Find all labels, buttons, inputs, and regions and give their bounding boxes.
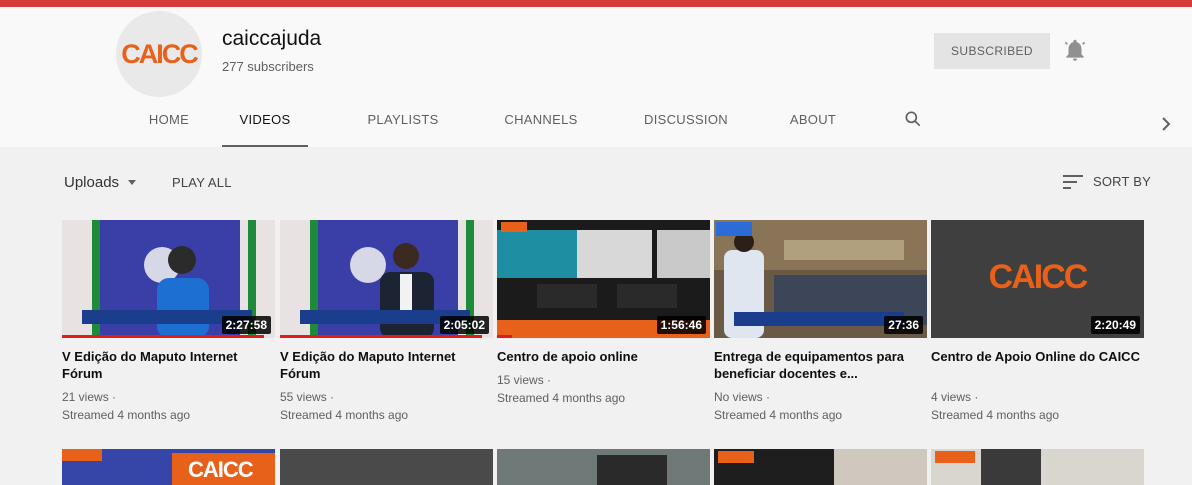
- video-card[interactable]: 2:27:58 V Edição do Maputo Internet Fóru…: [62, 220, 275, 424]
- video-age: Streamed 4 months ago: [497, 391, 626, 405]
- sort-icon[interactable]: [1062, 174, 1084, 190]
- caret-down-icon[interactable]: [128, 180, 136, 185]
- caicc-badge: [718, 451, 754, 463]
- video-views: No views ·: [714, 390, 771, 404]
- uploads-dropdown[interactable]: Uploads: [64, 174, 119, 191]
- filter-bar: Uploads PLAY ALL SORT BY: [0, 147, 1192, 207]
- video-age: Streamed 4 months ago: [280, 408, 409, 422]
- search-icon[interactable]: [903, 109, 923, 129]
- video-thumbnail[interactable]: [497, 449, 710, 485]
- channel-name: caiccajuda: [222, 27, 322, 50]
- watch-progress-bar: [62, 335, 265, 338]
- video-title[interactable]: Entrega de equipamentos para beneficiar …: [714, 348, 927, 382]
- views-text: 55 views: [280, 390, 327, 404]
- video-views: 4 views ·: [931, 390, 979, 404]
- channel-logo-text: CAICC: [121, 38, 198, 69]
- caicc-badge: [62, 449, 102, 461]
- video-thumbnail[interactable]: 2:27:58: [62, 220, 275, 338]
- video-age: Streamed 4 months ago: [62, 408, 191, 422]
- video-thumbnail[interactable]: [280, 449, 493, 485]
- subscribed-button[interactable]: SUBSCRIBED: [934, 33, 1050, 69]
- thumbnail-shape: [834, 449, 927, 485]
- video-title[interactable]: Centro de Apoio Online do CAICC: [931, 348, 1144, 382]
- video-thumbnail[interactable]: [714, 449, 927, 485]
- top-accent-bar: [0, 0, 1192, 7]
- tab-home[interactable]: HOME: [138, 101, 200, 147]
- channel-avatar[interactable]: CAICC: [116, 11, 202, 97]
- video-thumbnail[interactable]: 2:05:02: [280, 220, 493, 338]
- video-thumbnail[interactable]: CAICC 2:20:49: [931, 220, 1144, 338]
- video-views: 21 views ·: [62, 390, 117, 404]
- caicc-logo-text: CAICC: [188, 457, 254, 482]
- video-card[interactable]: 1:56:46 Centro de apoio online 15 views …: [497, 220, 710, 407]
- video-age: Streamed 4 months ago: [931, 408, 1060, 422]
- tab-channels[interactable]: CHANNELS: [496, 101, 586, 147]
- play-all-button[interactable]: PLAY ALL: [172, 175, 232, 190]
- tab-playlists[interactable]: PLAYLISTS: [360, 101, 446, 147]
- channel-header: CAICC caiccajuda 277 subscribers SUBSCRI…: [0, 7, 1192, 147]
- channel-header-inner: CAICC caiccajuda 277 subscribers SUBSCRI…: [8, 7, 1184, 147]
- views-text: 21 views: [62, 390, 109, 404]
- video-views: 15 views ·: [497, 373, 552, 387]
- video-duration: 1:56:46: [656, 316, 706, 334]
- tab-discussion[interactable]: DISCUSSION: [636, 101, 736, 147]
- chevron-right-icon[interactable]: [1160, 115, 1172, 133]
- video-thumbnail[interactable]: 1:56:46: [497, 220, 710, 338]
- views-text: 15 views: [497, 373, 544, 387]
- video-thumbnail[interactable]: 27:36: [714, 220, 927, 338]
- views-text: 4 views: [931, 390, 972, 404]
- thumbnail-shape: [981, 449, 1041, 485]
- video-thumbnail[interactable]: [931, 449, 1144, 485]
- views-text: No views: [714, 390, 763, 404]
- watch-progress-bar: [497, 335, 512, 338]
- video-card[interactable]: 2:05:02 V Edição do Maputo Internet Fóru…: [280, 220, 493, 424]
- thumbnail-shape: [597, 455, 667, 485]
- video-card[interactable]: CAICC 2:20:49 Centro de Apoio Online do …: [931, 220, 1144, 424]
- video-card[interactable]: 27:36 Entrega de equipamentos para benef…: [714, 220, 927, 424]
- video-age: Streamed 4 months ago: [714, 408, 843, 422]
- video-duration: 27:36: [884, 316, 923, 334]
- video-thumbnail[interactable]: CAICC: [62, 449, 275, 485]
- subscriber-count: 277 subscribers: [222, 59, 314, 74]
- video-views: 55 views ·: [280, 390, 335, 404]
- video-title[interactable]: V Edição do Maputo Internet Fórum: [280, 348, 493, 382]
- tab-about[interactable]: ABOUT: [780, 101, 846, 147]
- watch-progress-bar: [280, 335, 483, 338]
- caicc-badge: [935, 451, 975, 463]
- video-duration: 2:27:58: [221, 316, 271, 334]
- caicc-logo-text: CAICC: [988, 258, 1089, 296]
- sort-by-button[interactable]: SORT BY: [1093, 174, 1151, 189]
- video-duration: 2:20:49: [1090, 316, 1140, 334]
- notification-bell-icon[interactable]: [1062, 37, 1088, 63]
- video-title[interactable]: V Edição do Maputo Internet Fórum: [62, 348, 275, 382]
- tab-videos[interactable]: VIDEOS: [222, 101, 308, 147]
- video-duration: 2:05:02: [439, 316, 489, 334]
